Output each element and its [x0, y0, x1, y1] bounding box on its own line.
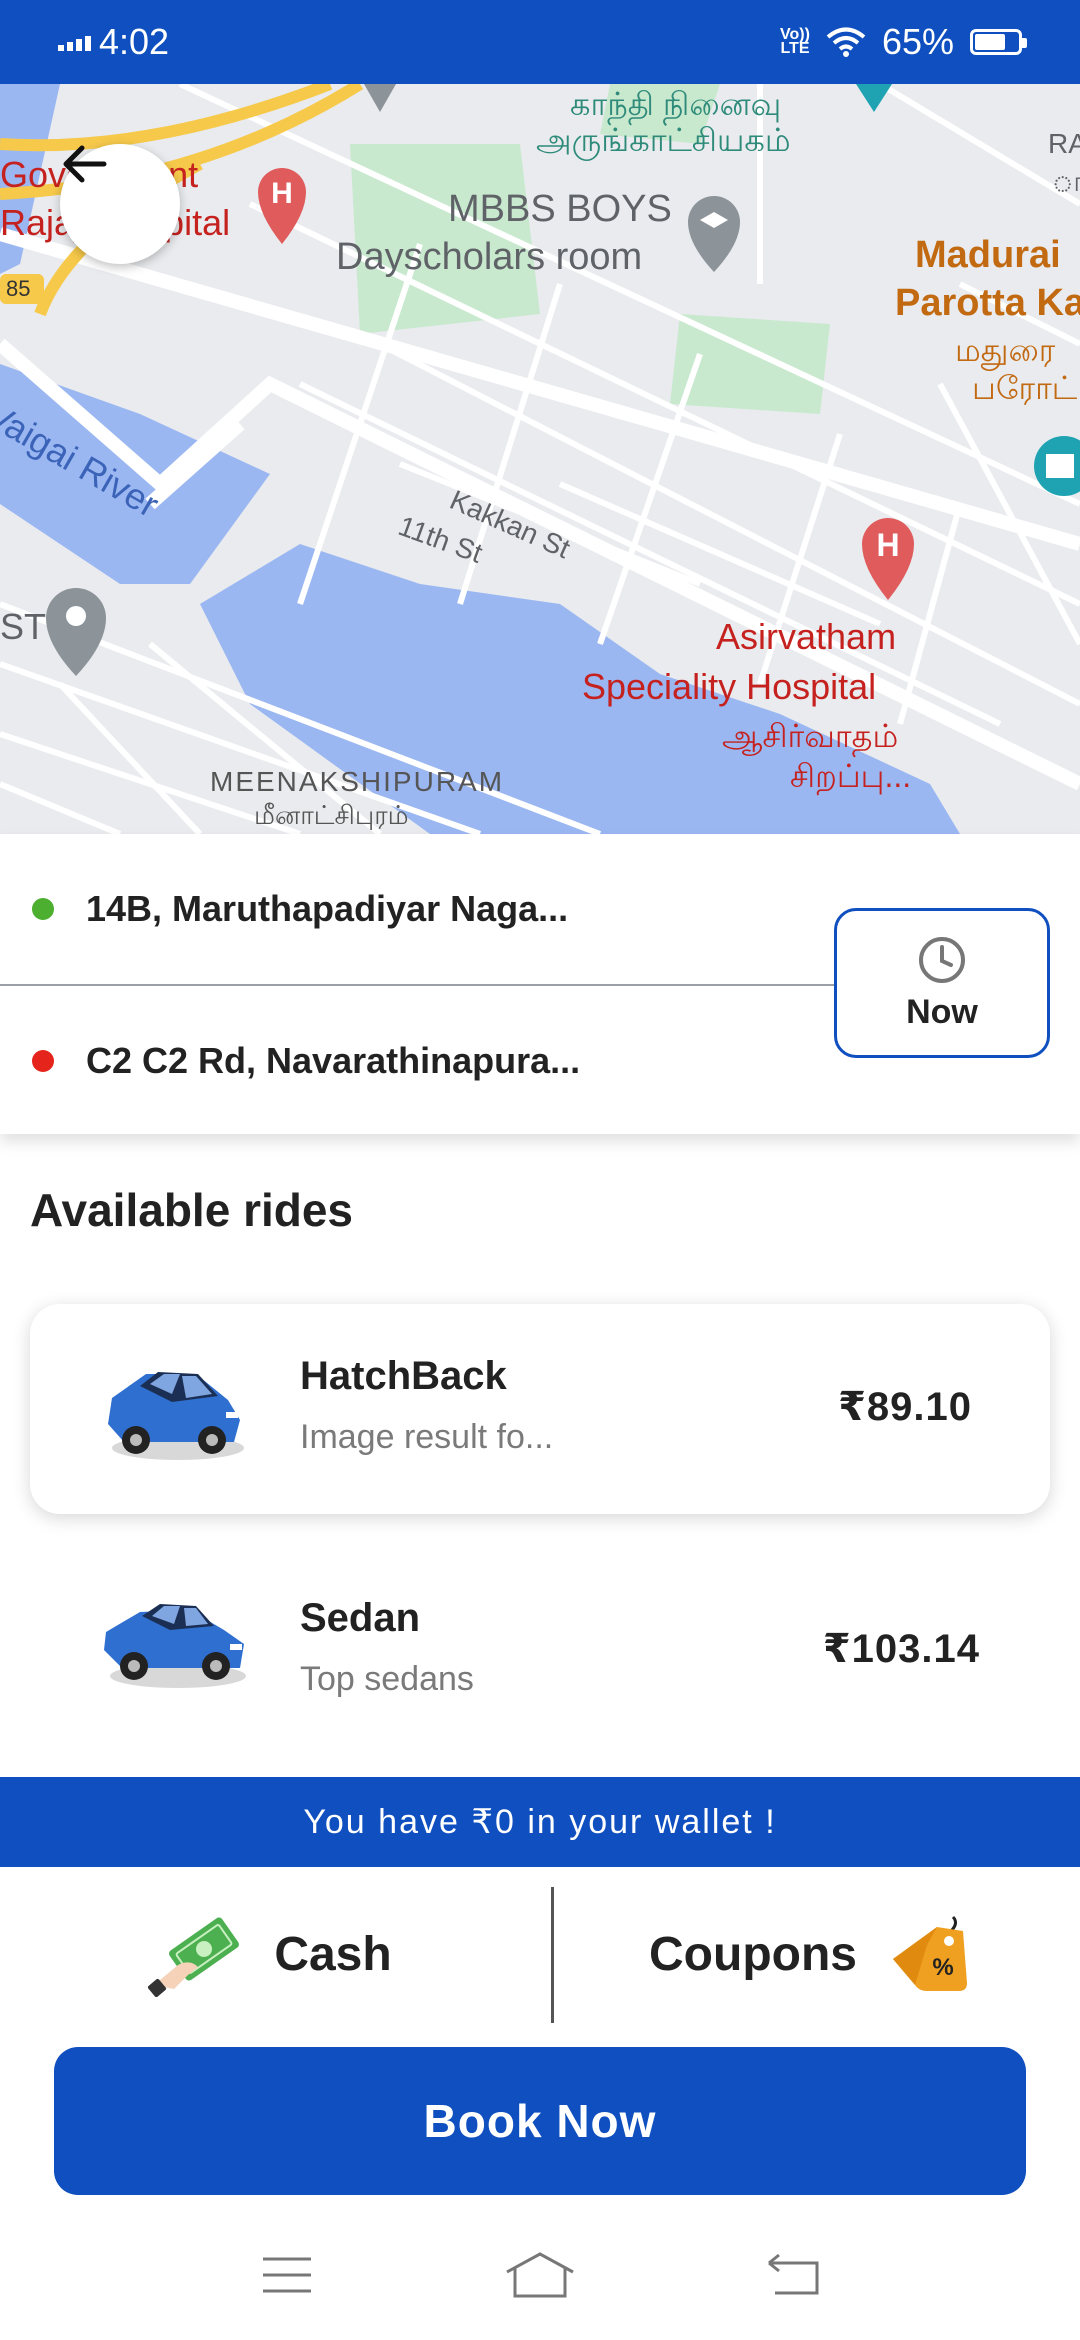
pickup-dot-icon — [32, 898, 54, 920]
book-now-button[interactable]: Book Now — [54, 2047, 1026, 2195]
ride-description: Image result fo... — [300, 1418, 554, 1456]
menu-icon — [262, 2257, 311, 2293]
map-label: Asirvatham — [716, 616, 897, 657]
map-view[interactable]: H H காந்தி நினைவு அருங்காட்சியகம் MBBS B… — [0, 84, 1080, 834]
ride-name: Sedan — [300, 1596, 421, 1640]
ride-price: ₹103.14 — [822, 1627, 980, 1671]
home-nav-button[interactable] — [495, 2240, 585, 2310]
clock: 4:02 — [99, 21, 170, 62]
now-label: Now — [906, 992, 978, 1031]
ride-description: Top sedans — [300, 1660, 474, 1698]
sedan-car-icon — [104, 1604, 246, 1688]
cash-icon — [148, 1916, 240, 1997]
clock-icon — [919, 936, 965, 983]
map-label: Speciality Hospital — [582, 666, 877, 707]
ride-price: ₹89.10 — [838, 1385, 972, 1429]
wifi-icon — [826, 27, 866, 57]
coupons-option[interactable]: Coupons % — [540, 1867, 1080, 2042]
wallet-banner: You have ₹0 in your wallet ! — [0, 1777, 1080, 1867]
payment-row: Cash Coupons % — [0, 1867, 1080, 2042]
coupon-tag-icon: % — [892, 1915, 967, 1991]
pickup-address: 14B, Maruthapadiyar Naga... — [86, 888, 569, 929]
system-nav-bar — [0, 2210, 1080, 2340]
status-left: 4:02 — [58, 21, 169, 63]
hatchback-car-icon — [108, 1372, 244, 1460]
map-label: Parotta Ka — [895, 282, 1080, 324]
ride-name: HatchBack — [300, 1354, 507, 1398]
signal-icon — [58, 33, 91, 51]
map-label: MBBS BOYS — [448, 188, 672, 230]
route-card: 14B, Maruthapadiyar Naga... C2 C2 Rd, Na… — [0, 834, 1080, 1134]
menu-nav-button[interactable] — [242, 2240, 332, 2310]
svg-text:%: % — [932, 1954, 953, 1981]
coupons-label: Coupons — [649, 1928, 857, 1981]
map-label: ாா — [1052, 166, 1080, 197]
battery-fill — [975, 34, 1005, 50]
ride-option-sedan[interactable]: Sedan Top sedans ₹103.14 — [30, 1546, 1050, 1756]
map-label: மீனாட்சிபுரம் — [254, 800, 409, 830]
drop-location[interactable]: C2 C2 Rd, Navarathinapura... — [0, 986, 800, 1136]
cash-option[interactable]: Cash — [0, 1867, 540, 2042]
drop-dot-icon — [32, 1050, 54, 1072]
map-label: பரோட் — [972, 370, 1078, 406]
back-nav-button[interactable] — [748, 2240, 838, 2310]
map-label: RA — [1048, 128, 1080, 159]
status-right: Vo)) LTE 65% — [780, 21, 1027, 63]
map-label: காந்தி நினைவு — [570, 86, 782, 122]
volte-icon: Vo)) LTE — [780, 26, 810, 57]
map-label: அருங்காட்சியகம் — [536, 122, 791, 158]
ride-option-hatchback[interactable]: HatchBack Image result fo... ₹89.10 — [30, 1304, 1050, 1514]
status-bar: 4:02 Vo)) LTE 65% — [0, 0, 1080, 84]
map-label: ST — [0, 606, 47, 647]
svg-text:H: H — [876, 527, 899, 563]
map-label: MEENAKSHIPURAM — [210, 766, 505, 797]
back-nav-icon — [768, 2253, 819, 2295]
payment-divider — [551, 1887, 554, 2023]
cash-label: Cash — [274, 1928, 392, 1981]
schedule-time-button[interactable]: Now — [834, 908, 1050, 1058]
route-badge-label: 85 — [6, 276, 31, 301]
map-label: ஆசிர்வாதம் — [722, 718, 899, 754]
map-label: மதுரை — [955, 332, 1056, 368]
battery-icon — [970, 29, 1027, 55]
battery-percent: 65% — [881, 21, 954, 62]
arrow-left-icon — [63, 145, 107, 183]
map-label: சிறப்பு... — [790, 758, 912, 794]
back-button[interactable] — [60, 144, 180, 264]
home-icon — [506, 2252, 574, 2298]
pickup-location[interactable]: 14B, Maruthapadiyar Naga... — [0, 834, 800, 984]
map-label: Dayscholars room — [336, 236, 643, 278]
available-rides-title: Available rides — [30, 1184, 354, 1236]
drop-address: C2 C2 Rd, Navarathinapura... — [86, 1040, 581, 1081]
map-label: Madurai — [915, 234, 1061, 276]
svg-text:H: H — [271, 177, 293, 210]
